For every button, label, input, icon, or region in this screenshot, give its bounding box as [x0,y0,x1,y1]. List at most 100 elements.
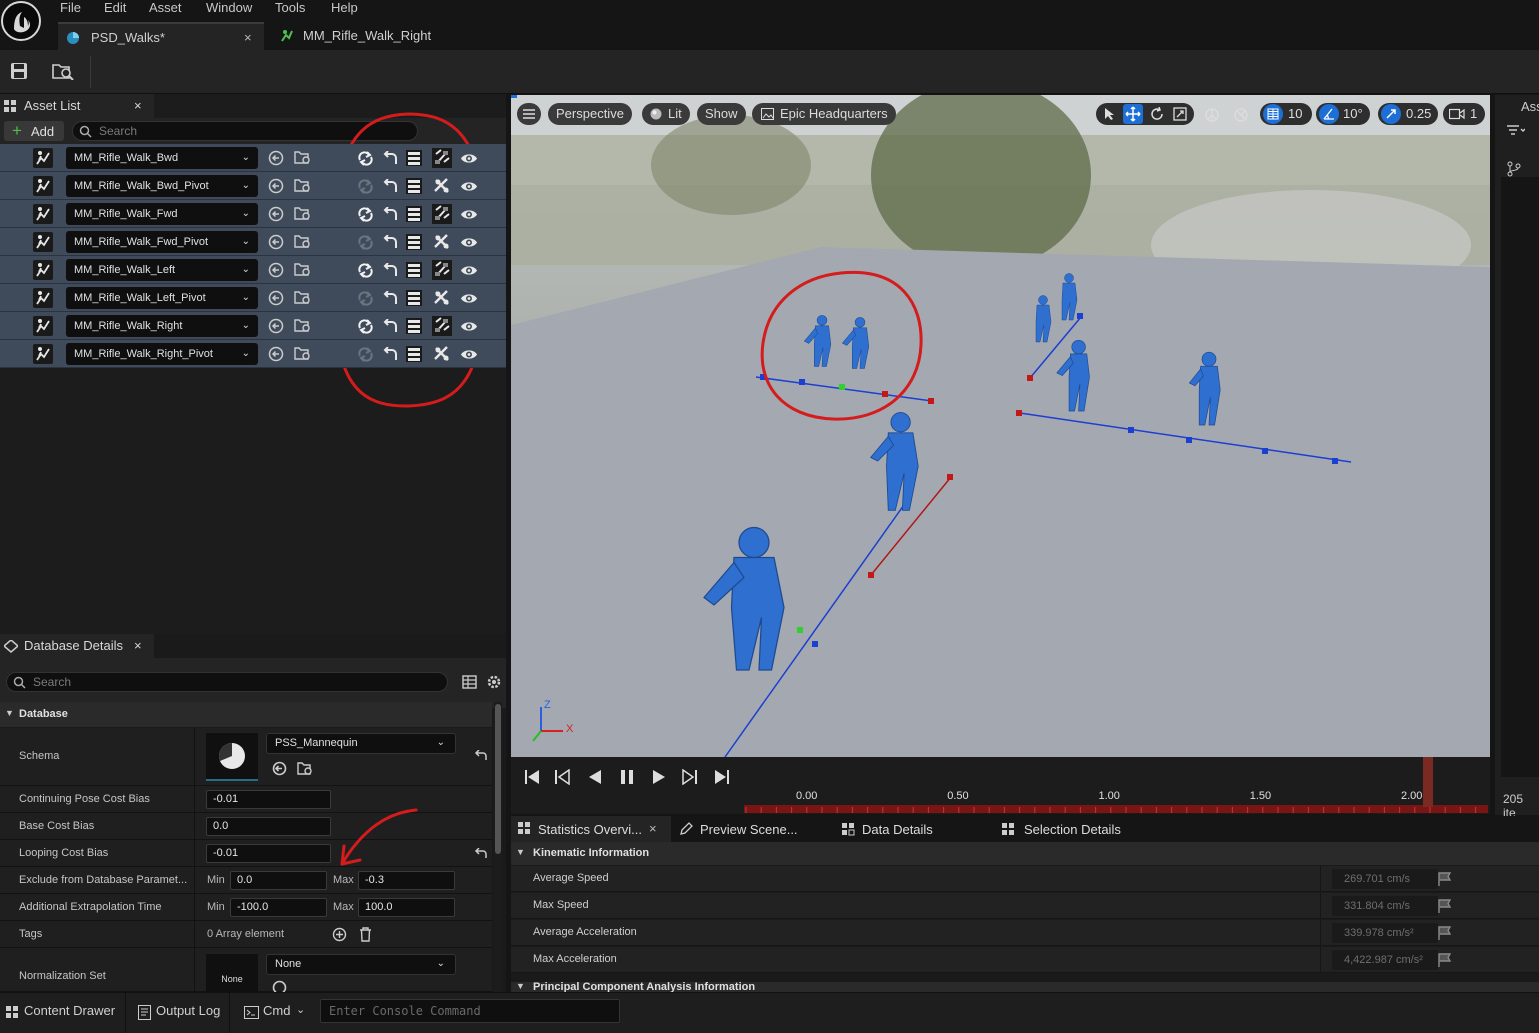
return-icon[interactable] [382,291,400,309]
asset-combo[interactable]: MM_Rifle_Walk_Bwd ⌄ [66,147,258,169]
browse-folder-icon[interactable] [297,761,313,776]
step-forward-icon[interactable] [682,769,698,785]
loop-icon[interactable] [357,347,375,365]
browse-to-asset-icon[interactable] [52,62,74,80]
asset-combo[interactable]: MM_Rifle_Walk_Right_Pivot ⌄ [66,343,258,365]
content-drawer-button[interactable]: Content Drawer [0,993,124,1033]
menu-window[interactable]: Window [206,0,252,16]
looping-cost-bias-input[interactable]: -0.01 [206,844,331,863]
asset-row[interactable]: MM_Rifle_Walk_Fwd ⌄ [0,200,506,228]
mirror-cross-icon[interactable] [432,288,452,308]
asset-row[interactable]: MM_Rifle_Walk_Bwd_Pivot ⌄ [0,172,506,200]
filter-icon[interactable] [1507,125,1525,137]
eye-icon[interactable] [460,292,478,310]
reset-to-default-icon[interactable] [474,848,488,860]
skip-to-end-icon[interactable] [714,769,730,785]
perspective-button[interactable]: Perspective [548,103,632,125]
mirror-grid-icon[interactable] [432,204,452,224]
console-command-input[interactable]: Enter Console Command [320,999,620,1023]
sampling-bars-icon[interactable] [405,205,423,223]
scale-snap-toggle[interactable]: 0.25 [1378,103,1438,125]
use-selected-icon[interactable] [268,150,286,168]
sampling-bars-icon[interactable] [405,345,423,363]
asset-browser-list[interactable] [1501,177,1539,777]
sampling-bars-icon[interactable] [405,177,423,195]
loop-icon[interactable] [357,319,375,337]
tab-selection-details[interactable]: Selection Details [1001,816,1161,842]
tab-close-icon[interactable]: × [649,821,657,836]
use-selected-icon[interactable] [268,346,286,364]
lit-button[interactable]: Lit [642,103,690,125]
tab-asset-list[interactable]: Asset List × [0,94,154,118]
return-icon[interactable] [382,319,400,337]
asset-row[interactable]: MM_Rifle_Walk_Left ⌄ [0,256,506,284]
loop-icon[interactable] [357,207,375,225]
flag-icon[interactable] [1438,899,1451,913]
panel-close-icon[interactable]: × [134,634,142,658]
skip-to-start-icon[interactable] [524,769,540,785]
use-selected-icon[interactable] [268,290,286,308]
return-icon[interactable] [382,151,400,169]
use-selected-icon[interactable] [272,761,287,776]
normalization-thumbnail[interactable]: None [206,954,258,992]
loop-icon[interactable] [357,235,375,253]
return-icon[interactable] [382,235,400,253]
eye-icon[interactable] [460,320,478,338]
grid-snap-toggle[interactable]: 10 [1260,103,1312,125]
browse-folder-icon[interactable] [294,318,312,336]
tab-database-details[interactable]: Database Details × [0,634,154,658]
flag-icon[interactable] [1438,926,1451,940]
settings-gear-icon[interactable] [486,674,502,690]
asset-row[interactable]: MM_Rifle_Walk_Bwd ⌄ [0,144,506,172]
return-icon[interactable] [382,179,400,197]
asset-combo[interactable]: MM_Rifle_Walk_Fwd_Pivot ⌄ [66,231,258,253]
sampling-bars-icon[interactable] [405,261,423,279]
asset-combo[interactable]: MM_Rifle_Walk_Left_Pivot ⌄ [66,287,258,309]
use-selected-icon[interactable] [268,234,286,252]
rotate-icon[interactable] [1150,107,1164,121]
details-scrollbar-thumb[interactable] [495,704,501,854]
rotation-snap-toggle[interactable]: 10° [1316,103,1370,125]
extrapolation-min-input[interactable]: -100.0 [230,898,327,917]
mirror-grid-icon[interactable] [432,316,452,336]
asset-row[interactable]: MM_Rifle_Walk_Fwd_Pivot ⌄ [0,228,506,256]
sampling-bars-icon[interactable] [405,289,423,307]
mirror-grid-icon[interactable] [432,260,452,280]
flag-icon[interactable] [1438,872,1451,886]
browse-folder-icon[interactable] [294,234,312,252]
tab-statistics-overview[interactable]: Statistics Overvi... × [511,816,671,842]
continuing-pose-cost-bias-input[interactable]: -0.01 [206,790,331,809]
asset-combo[interactable]: MM_Rifle_Walk_Left ⌄ [66,259,258,281]
tab-psd-walks[interactable]: PSD_Walks* × [58,22,264,50]
use-selected-icon[interactable] [268,318,286,336]
details-search-input[interactable]: Search [6,672,448,692]
tab-mm-rifle-walk-right[interactable]: MM_Rifle_Walk_Right [276,22,456,50]
menu-edit[interactable]: Edit [104,0,126,16]
exclude-min-input[interactable]: 0.0 [230,871,327,890]
mirror-cross-icon[interactable] [432,344,452,364]
schema-combo[interactable]: PSS_Mannequin ⌄ [266,733,456,754]
menu-asset[interactable]: Asset [149,0,182,16]
eye-icon[interactable] [460,236,478,254]
camera-speed-button[interactable]: 1 [1443,103,1485,125]
eye-icon[interactable] [460,348,478,366]
play-reverse-icon[interactable] [587,769,603,785]
browse-folder-icon[interactable] [294,150,312,168]
use-selected-icon[interactable] [268,206,286,224]
play-icon[interactable] [651,769,667,785]
tab-close-icon[interactable]: × [244,24,252,52]
browse-folder-icon[interactable] [294,178,312,196]
pause-icon[interactable] [619,769,635,785]
translate-icon[interactable] [1123,104,1143,124]
local-world-icon[interactable] [1233,107,1249,123]
return-icon[interactable] [382,207,400,225]
eye-icon[interactable] [460,152,478,170]
surface-snapping-icon[interactable] [1204,107,1220,123]
cmd-dropdown[interactable]: Cmd ⌄ [236,993,312,1033]
scale-icon[interactable] [1173,107,1187,121]
tab-data-details[interactable]: Data Details [841,816,991,842]
schema-thumbnail[interactable] [206,733,258,781]
loop-icon[interactable] [357,263,375,281]
environment-button[interactable]: Epic Headquarters [752,103,896,125]
save-icon[interactable] [10,62,28,80]
